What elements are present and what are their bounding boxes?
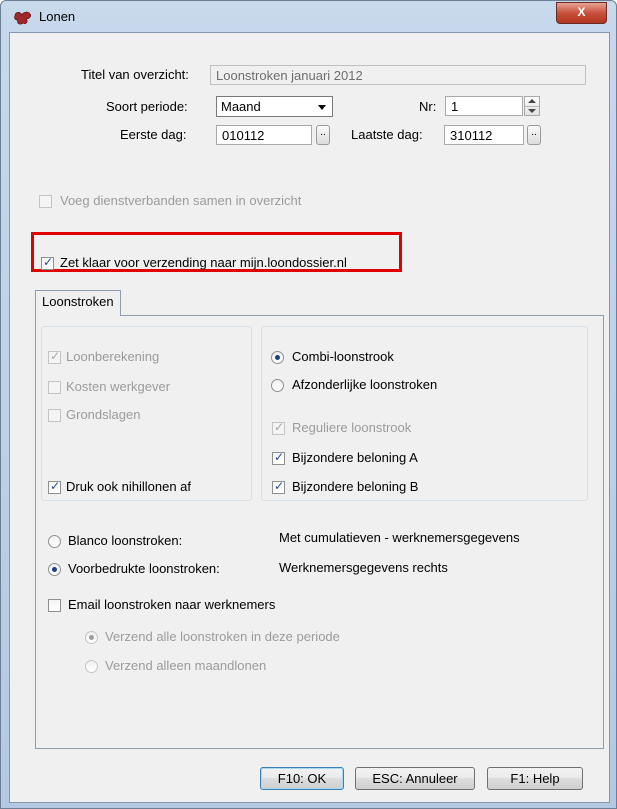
- loonberekening-label: Loonberekening: [66, 349, 160, 364]
- chevron-down-icon: [318, 105, 326, 110]
- spin-up-icon: [528, 99, 536, 103]
- laatste-dag-picker-button[interactable]: ..: [527, 125, 541, 145]
- loonberekening-checkbox[interactable]: [48, 349, 61, 364]
- blanco-radio[interactable]: [48, 535, 61, 548]
- voorbedrukte-value: Werknemersgegevens rechts: [279, 560, 448, 575]
- tab-panel-loonstroken: Loonberekening Kosten werkgever Grondsla…: [35, 315, 604, 749]
- grondslagen-checkbox[interactable]: [48, 409, 61, 422]
- nr-label: Nr:: [419, 99, 437, 114]
- voorbedrukte-label: Voorbedrukte loonstroken:: [68, 561, 220, 576]
- soort-periode-label: Soort periode:: [106, 99, 188, 114]
- afzonderlijke-label: Afzonderlijke loonstroken: [292, 377, 438, 392]
- bijzondere-b-checkbox[interactable]: [272, 479, 285, 494]
- email-label: Email loonstroken naar werknemers: [68, 597, 276, 612]
- soort-periode-select[interactable]: Maand: [216, 96, 333, 117]
- bijzondere-a-checkbox[interactable]: [272, 450, 285, 465]
- kosten-werkgever-label: Kosten werkgever: [66, 379, 171, 394]
- druk-nihillonen-checkbox[interactable]: [48, 479, 61, 494]
- verzend-maandlonen-radio[interactable]: [85, 660, 98, 673]
- afzonderlijke-radio[interactable]: [271, 379, 284, 392]
- blanco-value: Met cumulatieven - werknemersgegevens: [279, 530, 520, 545]
- spin-down-icon: [528, 109, 536, 113]
- verzend-maandlonen-label: Verzend alleen maandlonen: [105, 658, 267, 673]
- eerste-dag-picker-button[interactable]: ..: [316, 125, 330, 145]
- eerste-dag-field[interactable]: 010112: [216, 125, 312, 145]
- blanco-label: Blanco loonstroken:: [68, 533, 183, 548]
- app-icon: [14, 11, 32, 25]
- zet-klaar-label: Zet klaar voor verzending naar mijn.loon…: [60, 255, 347, 270]
- combi-radio[interactable]: [271, 351, 284, 364]
- nr-spinner[interactable]: [524, 96, 540, 116]
- bijzondere-b-label: Bijzondere beloning B: [292, 479, 419, 494]
- verzend-alle-radio[interactable]: [85, 631, 98, 644]
- druk-nihillonen-label: Druk ook nihillonen af: [66, 479, 192, 494]
- bijzondere-a-label: Bijzondere beloning A: [292, 450, 418, 465]
- help-button[interactable]: F1: Help: [487, 767, 583, 790]
- reguliere-checkbox[interactable]: [272, 420, 285, 435]
- zet-klaar-checkbox[interactable]: [41, 255, 54, 270]
- ok-button[interactable]: F10: OK: [260, 767, 344, 790]
- dialog-body: Titel van overzicht: Loonstroken januari…: [9, 32, 610, 803]
- title-bar: Lonen X: [1, 1, 616, 31]
- voeg-samen-label: Voeg dienstverbanden samen in overzicht: [60, 193, 302, 208]
- nr-field[interactable]: 1: [445, 96, 523, 116]
- titel-label: Titel van overzicht:: [81, 67, 189, 82]
- close-button[interactable]: X: [556, 2, 607, 24]
- verzend-alle-label: Verzend alle loonstroken in deze periode: [105, 629, 340, 644]
- dialog-window: Lonen X Titel van overzicht: Loonstroken…: [0, 0, 617, 809]
- window-title: Lonen: [39, 9, 76, 24]
- laatste-dag-field[interactable]: 310112: [444, 125, 524, 145]
- reguliere-label: Reguliere loonstrook: [292, 420, 412, 435]
- email-checkbox[interactable]: [48, 599, 61, 612]
- soort-periode-value: Maand: [221, 99, 261, 114]
- combi-label: Combi-loonstrook: [292, 349, 394, 364]
- kosten-werkgever-checkbox[interactable]: [48, 381, 61, 394]
- voeg-samen-checkbox[interactable]: [39, 195, 52, 208]
- tab-loonstroken[interactable]: Loonstroken: [35, 290, 121, 316]
- titel-field: Loonstroken januari 2012: [210, 65, 586, 85]
- eerste-dag-label: Eerste dag:: [120, 127, 187, 142]
- grondslagen-label: Grondslagen: [66, 407, 141, 422]
- voorbedrukte-radio[interactable]: [48, 563, 61, 576]
- cancel-button[interactable]: ESC: Annuleer: [355, 767, 475, 790]
- laatste-dag-label: Laatste dag:: [351, 127, 423, 142]
